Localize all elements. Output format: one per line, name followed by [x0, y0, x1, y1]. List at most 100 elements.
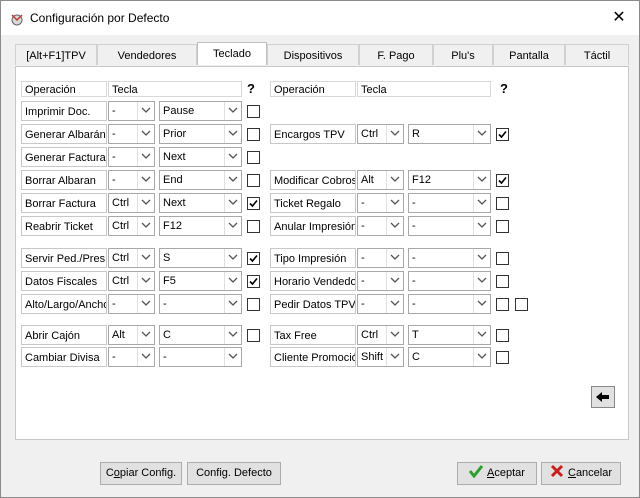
- close-button[interactable]: ✕: [605, 7, 633, 29]
- tab-vendedores[interactable]: Vendedores: [97, 44, 197, 65]
- key-select[interactable]: -: [159, 294, 242, 314]
- operation-label: Modificar Cobros: [270, 170, 356, 190]
- enable-checkbox[interactable]: [247, 252, 260, 265]
- copy-config-button[interactable]: Copiar Config.: [100, 462, 182, 485]
- back-button[interactable]: [591, 386, 615, 408]
- enable-checkbox[interactable]: [496, 197, 509, 210]
- chevron-down-icon: [386, 171, 403, 189]
- key-select-value: -: [412, 298, 416, 310]
- modifier-select-value: -: [361, 220, 365, 232]
- enable-checkbox[interactable]: [247, 128, 260, 141]
- chevron-down-icon: [137, 249, 154, 267]
- operation-label: Alto/Largo/Ancho: [21, 294, 107, 314]
- modifier-select[interactable]: -: [108, 147, 155, 167]
- modifier-select[interactable]: Shift: [357, 347, 404, 367]
- modifier-select[interactable]: Ctrl: [357, 124, 404, 144]
- modifier-select[interactable]: -: [357, 216, 404, 236]
- tab-dispositivos[interactable]: Dispositivos: [267, 44, 359, 65]
- tab-pantalla[interactable]: Pantalla: [493, 44, 565, 65]
- modifier-select[interactable]: Ctrl: [108, 271, 155, 291]
- modifier-select[interactable]: -: [108, 347, 155, 367]
- chevron-down-icon: [224, 295, 241, 313]
- modifier-select[interactable]: Ctrl: [357, 325, 404, 345]
- key-select[interactable]: -: [159, 347, 242, 367]
- enable-checkbox[interactable]: [247, 220, 260, 233]
- modifier-select[interactable]: Alt: [108, 325, 155, 345]
- key-select[interactable]: F12: [408, 170, 491, 190]
- key-select[interactable]: T: [408, 325, 491, 345]
- chevron-down-icon: [137, 171, 154, 189]
- modifier-select-value: -: [112, 298, 116, 310]
- enable-checkbox[interactable]: [496, 351, 509, 364]
- key-select[interactable]: End: [159, 170, 242, 190]
- operation-label: Servir Ped./Pres.: [21, 248, 107, 268]
- key-select[interactable]: C: [408, 347, 491, 367]
- enable-checkbox[interactable]: [247, 174, 260, 187]
- checkmark-icon: [468, 465, 484, 479]
- cancel-button[interactable]: Cancelar: [541, 462, 621, 485]
- enable-checkbox[interactable]: [496, 220, 509, 233]
- chevron-down-icon: [224, 194, 241, 212]
- key-select[interactable]: Prior: [159, 124, 242, 144]
- chevron-down-icon: [137, 194, 154, 212]
- enable-checkbox[interactable]: [247, 275, 260, 288]
- header-operacion-left: Operación: [21, 81, 107, 97]
- chevron-down-icon: [386, 249, 403, 267]
- enable-checkbox[interactable]: [496, 252, 509, 265]
- chevron-down-icon: [386, 326, 403, 344]
- enable-checkbox[interactable]: [496, 329, 509, 342]
- enable-checkbox[interactable]: [247, 151, 260, 164]
- key-select[interactable]: R: [408, 124, 491, 144]
- header-tecla-right: Tecla: [357, 81, 491, 97]
- modifier-select-value: Ctrl: [112, 275, 130, 287]
- modifier-select-value: Alt: [361, 174, 374, 186]
- enable-checkbox[interactable]: [247, 298, 260, 311]
- enable-checkbox[interactable]: [496, 128, 509, 141]
- enable-checkbox[interactable]: [247, 197, 260, 210]
- enable-checkbox[interactable]: [496, 174, 509, 187]
- modifier-select-value: -: [112, 174, 116, 186]
- enable-checkbox[interactable]: [247, 329, 260, 342]
- modifier-select[interactable]: -: [108, 124, 155, 144]
- tab-tpv[interactable]: [Alt+F1]TPV: [15, 44, 97, 65]
- modifier-select[interactable]: -: [357, 271, 404, 291]
- header-tecla-left: Tecla: [108, 81, 242, 97]
- key-select[interactable]: -: [408, 216, 491, 236]
- operation-label: Generar Factura: [21, 147, 107, 167]
- tab-teclado[interactable]: Teclado: [197, 42, 267, 65]
- help-icon: ?: [247, 81, 255, 96]
- key-select[interactable]: Next: [159, 193, 242, 213]
- chevron-down-icon: [137, 102, 154, 120]
- secondary-checkbox[interactable]: [515, 298, 528, 311]
- modifier-select[interactable]: Ctrl: [108, 193, 155, 213]
- default-config-button[interactable]: Config. Defecto: [187, 462, 281, 485]
- modifier-select[interactable]: -: [357, 294, 404, 314]
- key-select[interactable]: F12: [159, 216, 242, 236]
- modifier-select[interactable]: -: [357, 248, 404, 268]
- key-select[interactable]: Next: [159, 147, 242, 167]
- modifier-select[interactable]: -: [108, 101, 155, 121]
- tab-plus[interactable]: Plu's: [433, 44, 493, 65]
- tab-tactil[interactable]: Táctil: [565, 44, 629, 65]
- key-select[interactable]: F5: [159, 271, 242, 291]
- tab-fpago[interactable]: F. Pago: [359, 44, 433, 65]
- enable-checkbox[interactable]: [247, 105, 260, 118]
- enable-checkbox[interactable]: [496, 275, 509, 288]
- key-select[interactable]: Pause: [159, 101, 242, 121]
- operation-label: Imprimir Doc.: [21, 101, 107, 121]
- operation-label: Abrir Cajón: [21, 325, 107, 345]
- key-select[interactable]: -: [408, 193, 491, 213]
- modifier-select[interactable]: Ctrl: [108, 216, 155, 236]
- modifier-select[interactable]: Alt: [357, 170, 404, 190]
- accept-button[interactable]: Aceptar: [457, 462, 537, 485]
- modifier-select[interactable]: -: [108, 170, 155, 190]
- key-select[interactable]: C: [159, 325, 242, 345]
- key-select[interactable]: -: [408, 271, 491, 291]
- enable-checkbox[interactable]: [496, 298, 509, 311]
- key-select[interactable]: S: [159, 248, 242, 268]
- modifier-select[interactable]: Ctrl: [108, 248, 155, 268]
- modifier-select[interactable]: -: [108, 294, 155, 314]
- key-select[interactable]: -: [408, 248, 491, 268]
- key-select[interactable]: -: [408, 294, 491, 314]
- modifier-select[interactable]: -: [357, 193, 404, 213]
